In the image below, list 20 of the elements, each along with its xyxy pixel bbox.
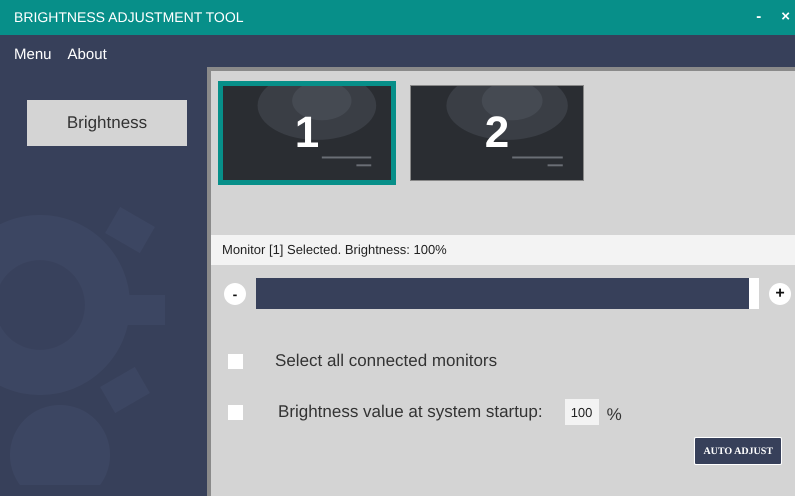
checkbox[interactable] — [228, 404, 243, 420]
option-label: Brightness value at system startup: — [278, 401, 543, 424]
monitor-thumbnail[interactable]: 2 — [410, 85, 584, 181]
minimize-button[interactable]: - — [753, 6, 764, 29]
monitor-number: 2 — [484, 111, 510, 155]
menu-item[interactable]: Menu — [14, 43, 52, 67]
window-title: BRIGHTNESS ADJUSTMENT TOOL — [14, 8, 244, 27]
decrease-button[interactable]: - — [224, 282, 246, 304]
increase-button[interactable]: + — [769, 282, 791, 304]
monitor-thumbnail[interactable]: 1 — [218, 81, 396, 185]
value-field[interactable]: 100 — [564, 399, 599, 425]
auto-adjust-button[interactable]: AUTO ADJUST — [694, 437, 782, 465]
monitor-number: 1 — [294, 111, 320, 155]
status-text: Monitor [1] Selected. Brightness: 100% — [222, 241, 447, 260]
close-button[interactable]: × — [778, 6, 793, 29]
option-label: Select all connected monitors — [275, 350, 498, 372]
checkbox[interactable] — [228, 354, 243, 368]
unit-label: % — [606, 404, 622, 426]
menu-item[interactable]: About — [68, 43, 107, 67]
sidebar-item[interactable]: Brightness — [27, 100, 187, 146]
